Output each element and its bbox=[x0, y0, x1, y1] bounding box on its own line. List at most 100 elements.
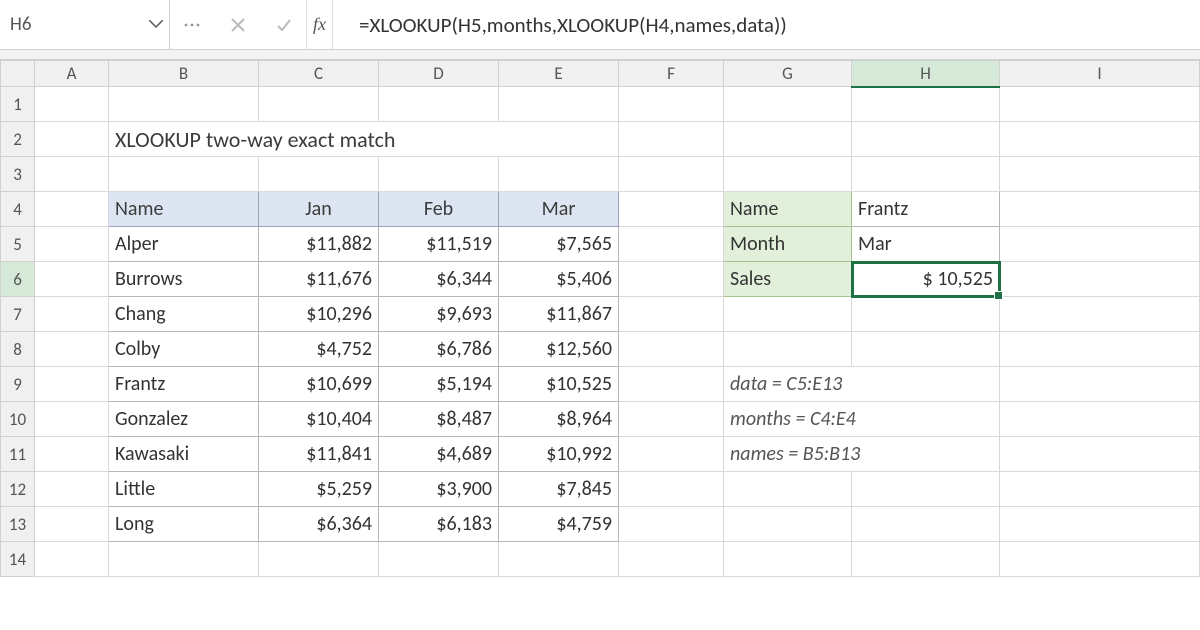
cell-C14[interactable] bbox=[259, 542, 379, 577]
row-header-10[interactable]: 10 bbox=[1, 402, 35, 437]
col-header-F[interactable]: F bbox=[619, 61, 724, 87]
cell-E14[interactable] bbox=[499, 542, 619, 577]
table-row[interactable]: $4,689 bbox=[379, 437, 499, 472]
cell-H7[interactable] bbox=[852, 297, 1000, 332]
cell-B14[interactable] bbox=[109, 542, 259, 577]
cell-F1[interactable] bbox=[619, 87, 724, 122]
page-title[interactable]: XLOOKUP two-way exact match bbox=[109, 122, 619, 157]
cell-F7[interactable] bbox=[619, 297, 724, 332]
table-row[interactable]: Gonzalez bbox=[109, 402, 259, 437]
cell-I12[interactable] bbox=[1000, 472, 1200, 507]
cell-A3[interactable] bbox=[35, 157, 109, 192]
col-header-H[interactable]: H bbox=[852, 61, 1000, 87]
cell-D14[interactable] bbox=[379, 542, 499, 577]
cell-F4[interactable] bbox=[619, 192, 724, 227]
table-row[interactable]: $5,406 bbox=[499, 262, 619, 297]
row-header-9[interactable]: 9 bbox=[1, 367, 35, 402]
cell-I9[interactable] bbox=[1000, 367, 1200, 402]
table-row[interactable]: $3,900 bbox=[379, 472, 499, 507]
table-row[interactable]: $11,841 bbox=[259, 437, 379, 472]
cell-D3[interactable] bbox=[379, 157, 499, 192]
table-header-mar[interactable]: Mar bbox=[499, 192, 619, 227]
table-row[interactable]: $8,487 bbox=[379, 402, 499, 437]
row-header-5[interactable]: 5 bbox=[1, 227, 35, 262]
table-row[interactable]: Kawasaki bbox=[109, 437, 259, 472]
table-row[interactable]: $4,752 bbox=[259, 332, 379, 367]
select-all-corner[interactable] bbox=[1, 61, 35, 87]
row-header-11[interactable]: 11 bbox=[1, 437, 35, 472]
cell-C3[interactable] bbox=[259, 157, 379, 192]
lookup-month-label[interactable]: Month bbox=[724, 227, 852, 262]
cell-I8[interactable] bbox=[1000, 332, 1200, 367]
cell-F13[interactable] bbox=[619, 507, 724, 542]
cell-F12[interactable] bbox=[619, 472, 724, 507]
table-row[interactable]: $6,786 bbox=[379, 332, 499, 367]
cell-F10[interactable] bbox=[619, 402, 724, 437]
table-row[interactable]: $10,404 bbox=[259, 402, 379, 437]
cell-G8[interactable] bbox=[724, 332, 852, 367]
cell-A12[interactable] bbox=[35, 472, 109, 507]
cell-G13[interactable] bbox=[724, 507, 852, 542]
table-row[interactable]: Long bbox=[109, 507, 259, 542]
cell-G14[interactable] bbox=[724, 542, 852, 577]
lookup-month-value[interactable]: Mar bbox=[852, 227, 1000, 262]
cell-F8[interactable] bbox=[619, 332, 724, 367]
col-header-C[interactable]: C bbox=[259, 61, 379, 87]
note-names[interactable]: names = B5:B13 bbox=[724, 437, 1000, 472]
table-row[interactable]: $7,565 bbox=[499, 227, 619, 262]
col-header-A[interactable]: A bbox=[35, 61, 109, 87]
table-row[interactable]: $8,964 bbox=[499, 402, 619, 437]
row-header-4[interactable]: 4 bbox=[1, 192, 35, 227]
cell-I11[interactable] bbox=[1000, 437, 1200, 472]
cell-C1[interactable] bbox=[259, 87, 379, 122]
row-header-7[interactable]: 7 bbox=[1, 297, 35, 332]
table-row[interactable]: Frantz bbox=[109, 367, 259, 402]
cell-F5[interactable] bbox=[619, 227, 724, 262]
cell-A10[interactable] bbox=[35, 402, 109, 437]
cell-I10[interactable] bbox=[1000, 402, 1200, 437]
table-row[interactable]: $6,364 bbox=[259, 507, 379, 542]
cell-A9[interactable] bbox=[35, 367, 109, 402]
lookup-sales-value[interactable]: $ 10,525 bbox=[852, 262, 1000, 297]
name-box-container[interactable]: H6 bbox=[0, 0, 170, 49]
cell-B3[interactable] bbox=[109, 157, 259, 192]
cell-H2[interactable] bbox=[852, 122, 1000, 157]
table-row[interactable]: $11,882 bbox=[259, 227, 379, 262]
cell-I13[interactable] bbox=[1000, 507, 1200, 542]
table-row[interactable]: Alper bbox=[109, 227, 259, 262]
table-row[interactable]: Chang bbox=[109, 297, 259, 332]
row-header-8[interactable]: 8 bbox=[1, 332, 35, 367]
table-row[interactable]: $10,296 bbox=[259, 297, 379, 332]
row-header-12[interactable]: 12 bbox=[1, 472, 35, 507]
cell-A11[interactable] bbox=[35, 437, 109, 472]
col-header-D[interactable]: D bbox=[379, 61, 499, 87]
cell-H13[interactable] bbox=[852, 507, 1000, 542]
table-header-feb[interactable]: Feb bbox=[379, 192, 499, 227]
table-header-jan[interactable]: Jan bbox=[259, 192, 379, 227]
table-row[interactable]: $12,560 bbox=[499, 332, 619, 367]
cell-F6[interactable] bbox=[619, 262, 724, 297]
cell-F3[interactable] bbox=[619, 157, 724, 192]
table-row[interactable]: $10,699 bbox=[259, 367, 379, 402]
cell-F2[interactable] bbox=[619, 122, 724, 157]
lookup-name-value[interactable]: Frantz bbox=[852, 192, 1000, 227]
row-header-13[interactable]: 13 bbox=[1, 507, 35, 542]
lookup-name-label[interactable]: Name bbox=[724, 192, 852, 227]
cell-G7[interactable] bbox=[724, 297, 852, 332]
row-header-6[interactable]: 6 bbox=[1, 262, 35, 297]
cell-I7[interactable] bbox=[1000, 297, 1200, 332]
row-header-2[interactable]: 2 bbox=[1, 122, 35, 157]
cell-F14[interactable] bbox=[619, 542, 724, 577]
table-row[interactable]: Colby bbox=[109, 332, 259, 367]
table-row[interactable]: $9,693 bbox=[379, 297, 499, 332]
table-row[interactable]: $10,525 bbox=[499, 367, 619, 402]
row-header-3[interactable]: 3 bbox=[1, 157, 35, 192]
cell-D1[interactable] bbox=[379, 87, 499, 122]
chevron-down-icon[interactable] bbox=[149, 18, 163, 32]
col-header-E[interactable]: E bbox=[499, 61, 619, 87]
more-icon[interactable] bbox=[178, 11, 206, 39]
cell-H14[interactable] bbox=[852, 542, 1000, 577]
cell-A4[interactable] bbox=[35, 192, 109, 227]
cell-A2[interactable] bbox=[35, 122, 109, 157]
table-row[interactable]: $11,867 bbox=[499, 297, 619, 332]
